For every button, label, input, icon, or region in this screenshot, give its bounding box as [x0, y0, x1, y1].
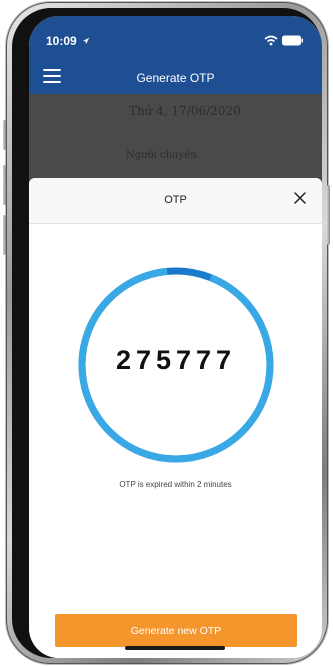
phone-volume-down-button [3, 215, 6, 255]
battery-icon [282, 35, 303, 46]
phone-volume-up-button [3, 165, 6, 205]
location-arrow-icon [82, 37, 90, 45]
modal-header: OTP [29, 178, 322, 224]
sender-label: Người chuyển [126, 150, 197, 161]
status-time-text: 10:09 [46, 34, 77, 48]
app-screen: 10:09 Generate OTP Thứ 4, 17/06/2020 Ngư… [29, 16, 322, 658]
app-header: 10:09 Generate OTP [29, 16, 322, 94]
otp-code: 275777 [115, 345, 237, 375]
otp-expiry-text: OTP is expired within 2 minutes [119, 480, 232, 489]
transaction-date: Thứ 4, 17/06/2020 [129, 104, 241, 118]
page-title: Generate OTP [136, 71, 215, 85]
modal-title: OTP [164, 194, 187, 206]
phone-side-button [3, 120, 6, 150]
phone-power-button [327, 185, 330, 245]
wifi-icon [264, 35, 278, 46]
close-icon[interactable] [292, 190, 308, 206]
status-indicators [256, 34, 306, 48]
home-indicator [125, 646, 225, 650]
otp-modal: OTP 275777 OTP is expired within 2 minut… [29, 178, 322, 658]
status-time: 10:09 [46, 34, 90, 48]
generate-new-otp-button[interactable]: Generate new OTP [55, 614, 297, 647]
